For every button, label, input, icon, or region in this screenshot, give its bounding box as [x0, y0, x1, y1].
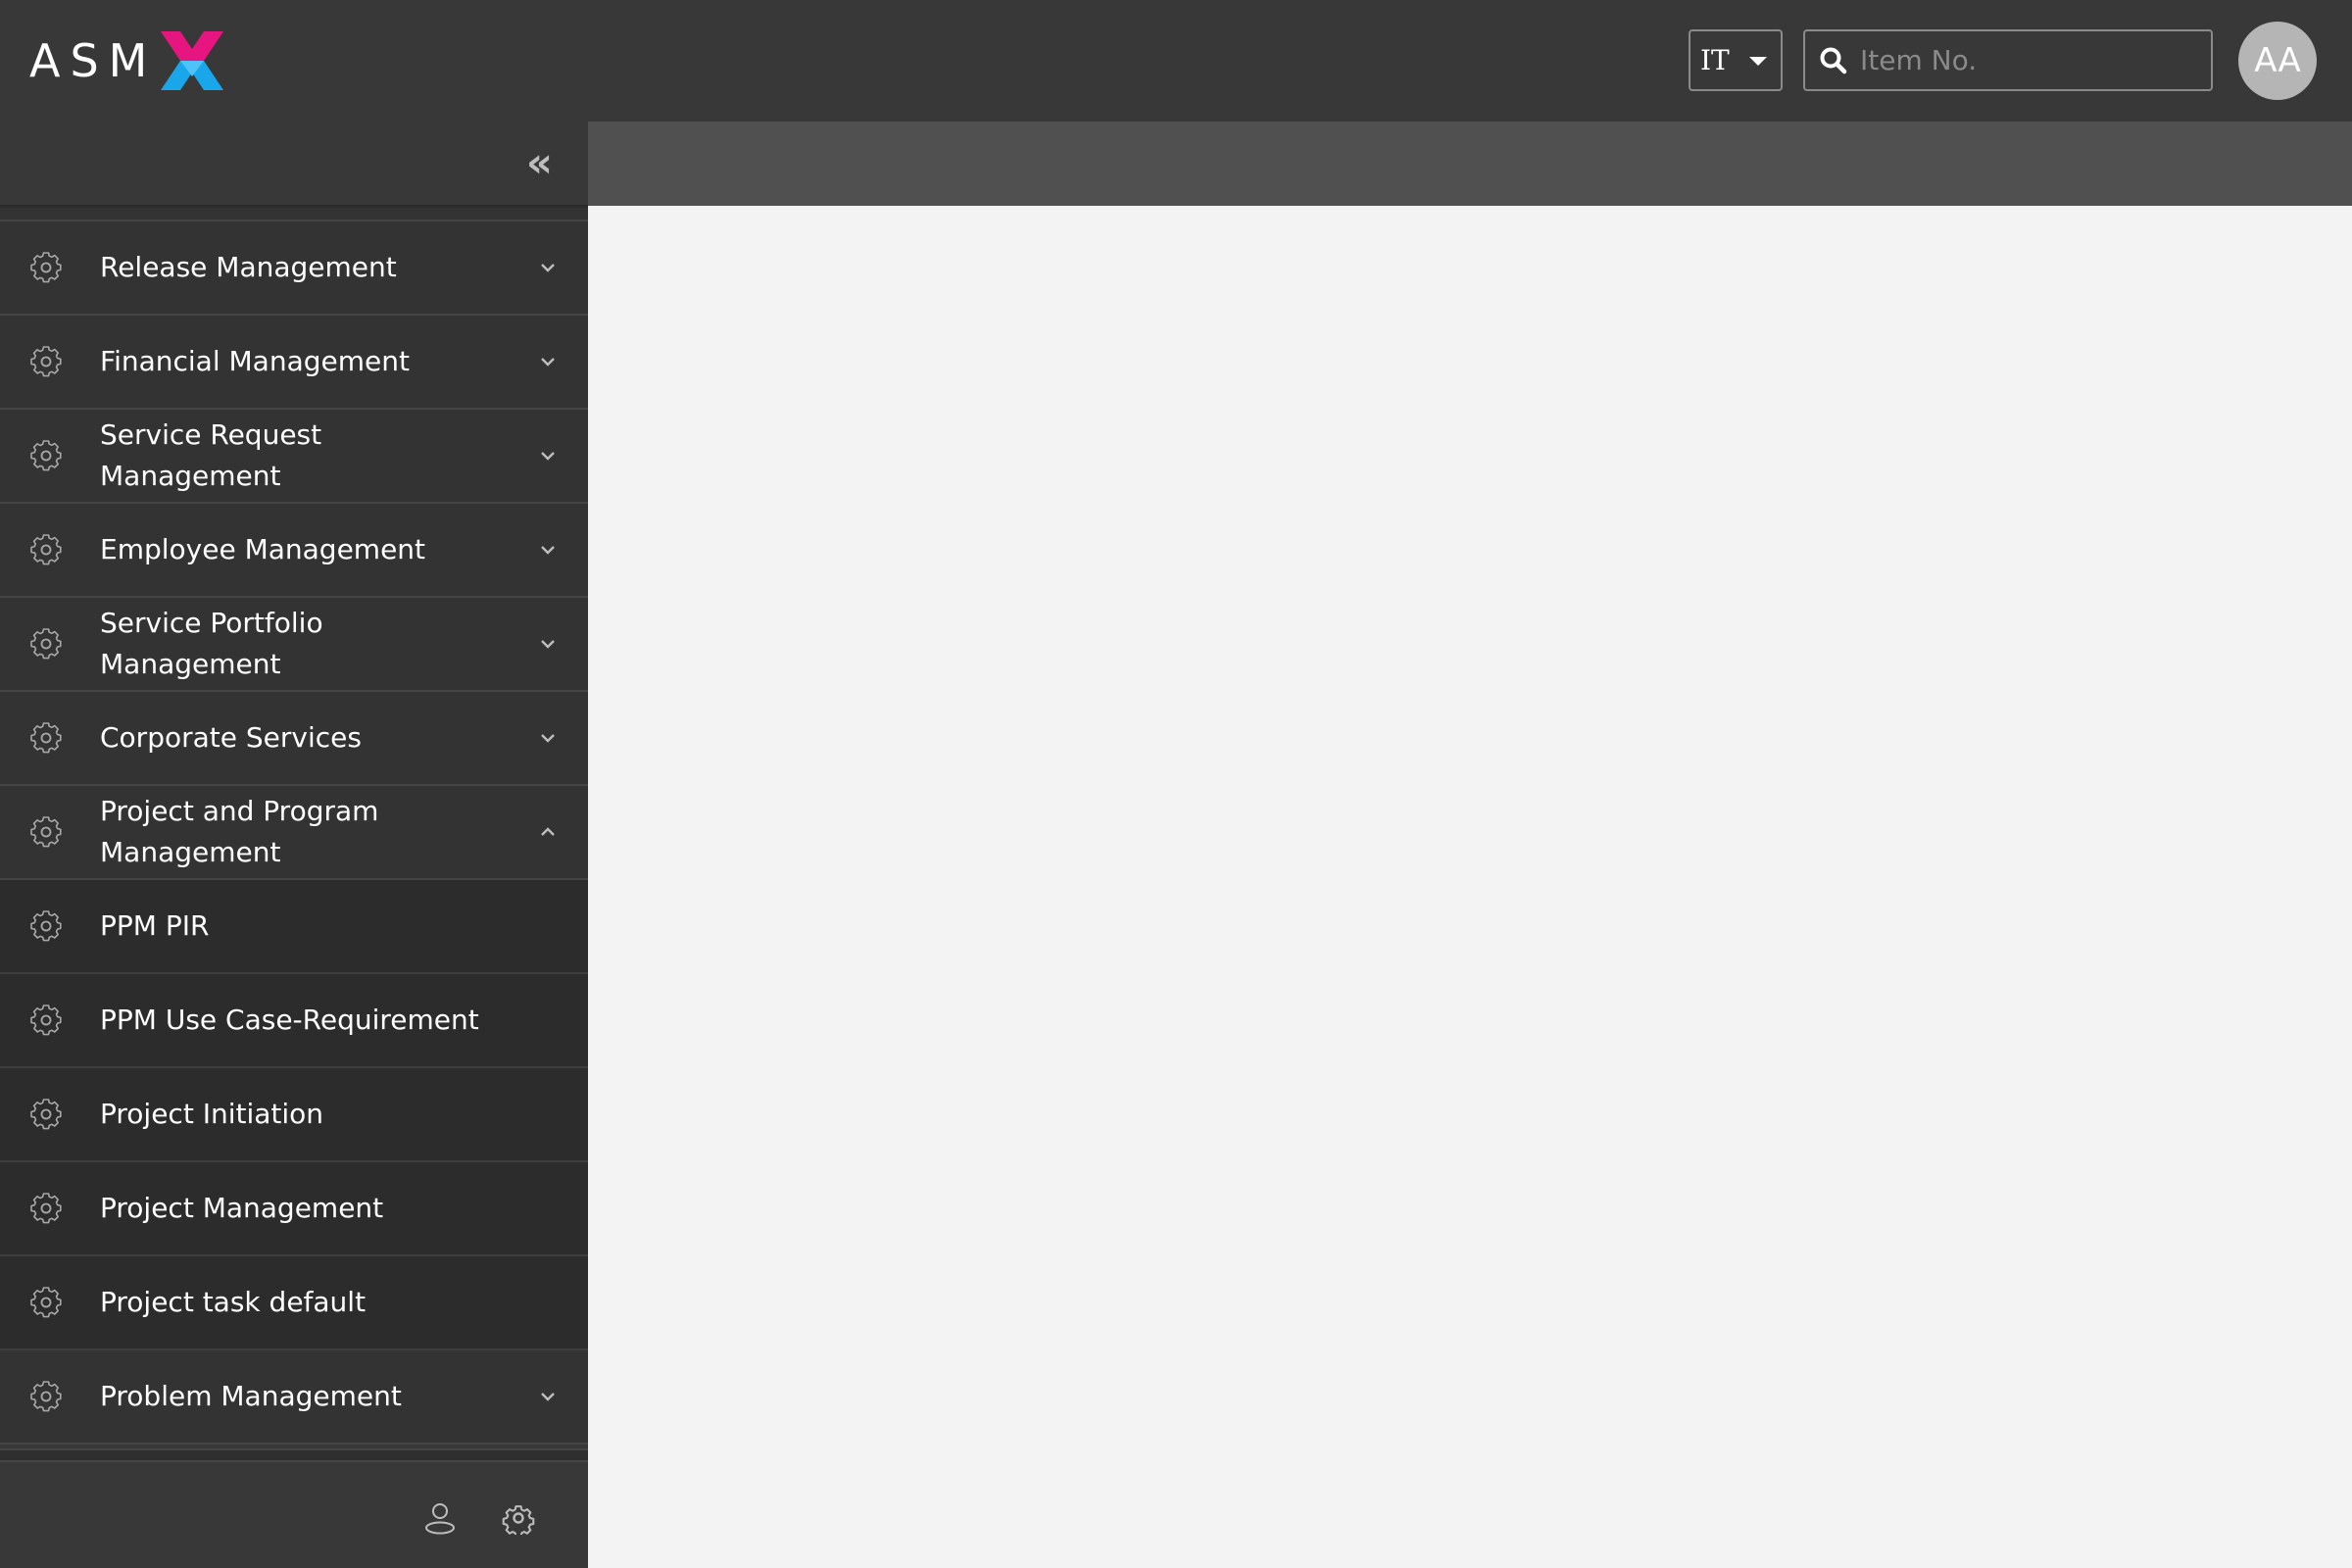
main-content	[588, 206, 2352, 1568]
caret-down-icon	[1749, 57, 1767, 66]
domain-select[interactable]: IT	[1689, 29, 1783, 91]
search-icon	[1820, 47, 1847, 74]
gear-icon	[30, 1381, 62, 1412]
chevron-down-icon[interactable]	[539, 353, 557, 370]
gear-icon	[30, 1099, 62, 1130]
logo[interactable]: ASM	[29, 27, 225, 94]
divider	[0, 1448, 588, 1460]
divider	[0, 208, 588, 221]
sidebar-item[interactable]: Financial Management	[0, 316, 588, 410]
sidebar-item-label: Project and Program Management	[100, 795, 379, 868]
gear-icon	[30, 1287, 62, 1318]
sidebar-item-label: Project Initiation	[100, 1098, 324, 1130]
gear-icon	[30, 816, 62, 848]
sidebar-item-label: PPM Use Case-Requirement	[100, 1004, 479, 1036]
item-number-search-input[interactable]	[1860, 44, 2193, 76]
gear-icon	[30, 722, 62, 754]
chevron-down-icon[interactable]	[539, 259, 557, 276]
sidebar-item-label: PPM PIR	[100, 909, 210, 942]
sidebar-item-label: Financial Management	[100, 345, 410, 377]
sidebar-item-label: Release Management	[100, 251, 397, 283]
sidebar-item-label: Problem Management	[100, 1380, 402, 1412]
sidebar: « Release Management Financial Management…	[0, 122, 588, 1568]
gear-icon	[30, 628, 62, 660]
sidebar-subitem[interactable]: Project Initiation	[0, 1068, 588, 1162]
sidebar-item[interactable]: Employee Management	[0, 504, 588, 598]
sidebar-item-label: Service Portfolio Management	[100, 607, 323, 680]
sidebar-item[interactable]: Release Management	[0, 221, 588, 316]
gear-icon	[30, 910, 62, 942]
chevron-down-icon[interactable]	[539, 541, 557, 559]
gear-icon	[30, 534, 62, 565]
gear-icon	[30, 252, 62, 283]
chevron-up-icon[interactable]	[539, 823, 557, 841]
chevron-down-icon[interactable]	[539, 447, 557, 465]
sidebar-item[interactable]: Service Request Management	[0, 410, 588, 504]
chevron-down-icon[interactable]	[539, 635, 557, 653]
sidebar-nav: Release Management Financial Management Se…	[0, 221, 588, 1445]
chevron-down-icon[interactable]	[539, 729, 557, 747]
double-chevron-left-icon[interactable]: «	[526, 141, 553, 184]
chevron-down-icon[interactable]	[539, 1388, 557, 1405]
sidebar-subitem[interactable]: Project task default	[0, 1256, 588, 1350]
sidebar-subitem[interactable]: Project Management	[0, 1162, 588, 1256]
sidebar-item[interactable]: Project and Program Management	[0, 786, 588, 880]
user-avatar[interactable]: AA	[2238, 22, 2317, 100]
gear-icon	[30, 346, 62, 377]
user-icon[interactable]	[423, 1501, 457, 1535]
sidebar-item-label: Service Request Management	[100, 418, 322, 492]
sidebar-item[interactable]: Problem Management	[0, 1350, 588, 1445]
sidebar-item-label: Project task default	[100, 1286, 367, 1318]
sidebar-item-label: Corporate Services	[100, 721, 362, 754]
logo-text: ASM	[29, 34, 158, 87]
search-box[interactable]	[1803, 29, 2213, 91]
sidebar-footer	[0, 1448, 588, 1568]
sidebar-item[interactable]: Service Portfolio Management	[0, 598, 588, 692]
gear-icon	[30, 440, 62, 471]
sidebar-item-label: Employee Management	[100, 533, 426, 565]
top-bar: ASM IT AA	[0, 0, 2352, 122]
domain-select-value: IT	[1700, 44, 1730, 76]
sidebar-header: «	[0, 122, 588, 208]
settings-icon[interactable]	[502, 1501, 535, 1535]
gear-icon	[30, 1004, 62, 1036]
sidebar-item[interactable]: Corporate Services	[0, 692, 588, 786]
sidebar-item-label: Project Management	[100, 1192, 384, 1224]
logo-x-mark-icon	[161, 31, 224, 90]
sidebar-subitem[interactable]: PPM Use Case-Requirement	[0, 974, 588, 1068]
content-toolbar	[588, 122, 2352, 206]
gear-icon	[30, 1193, 62, 1224]
sidebar-subitem[interactable]: PPM PIR	[0, 880, 588, 974]
